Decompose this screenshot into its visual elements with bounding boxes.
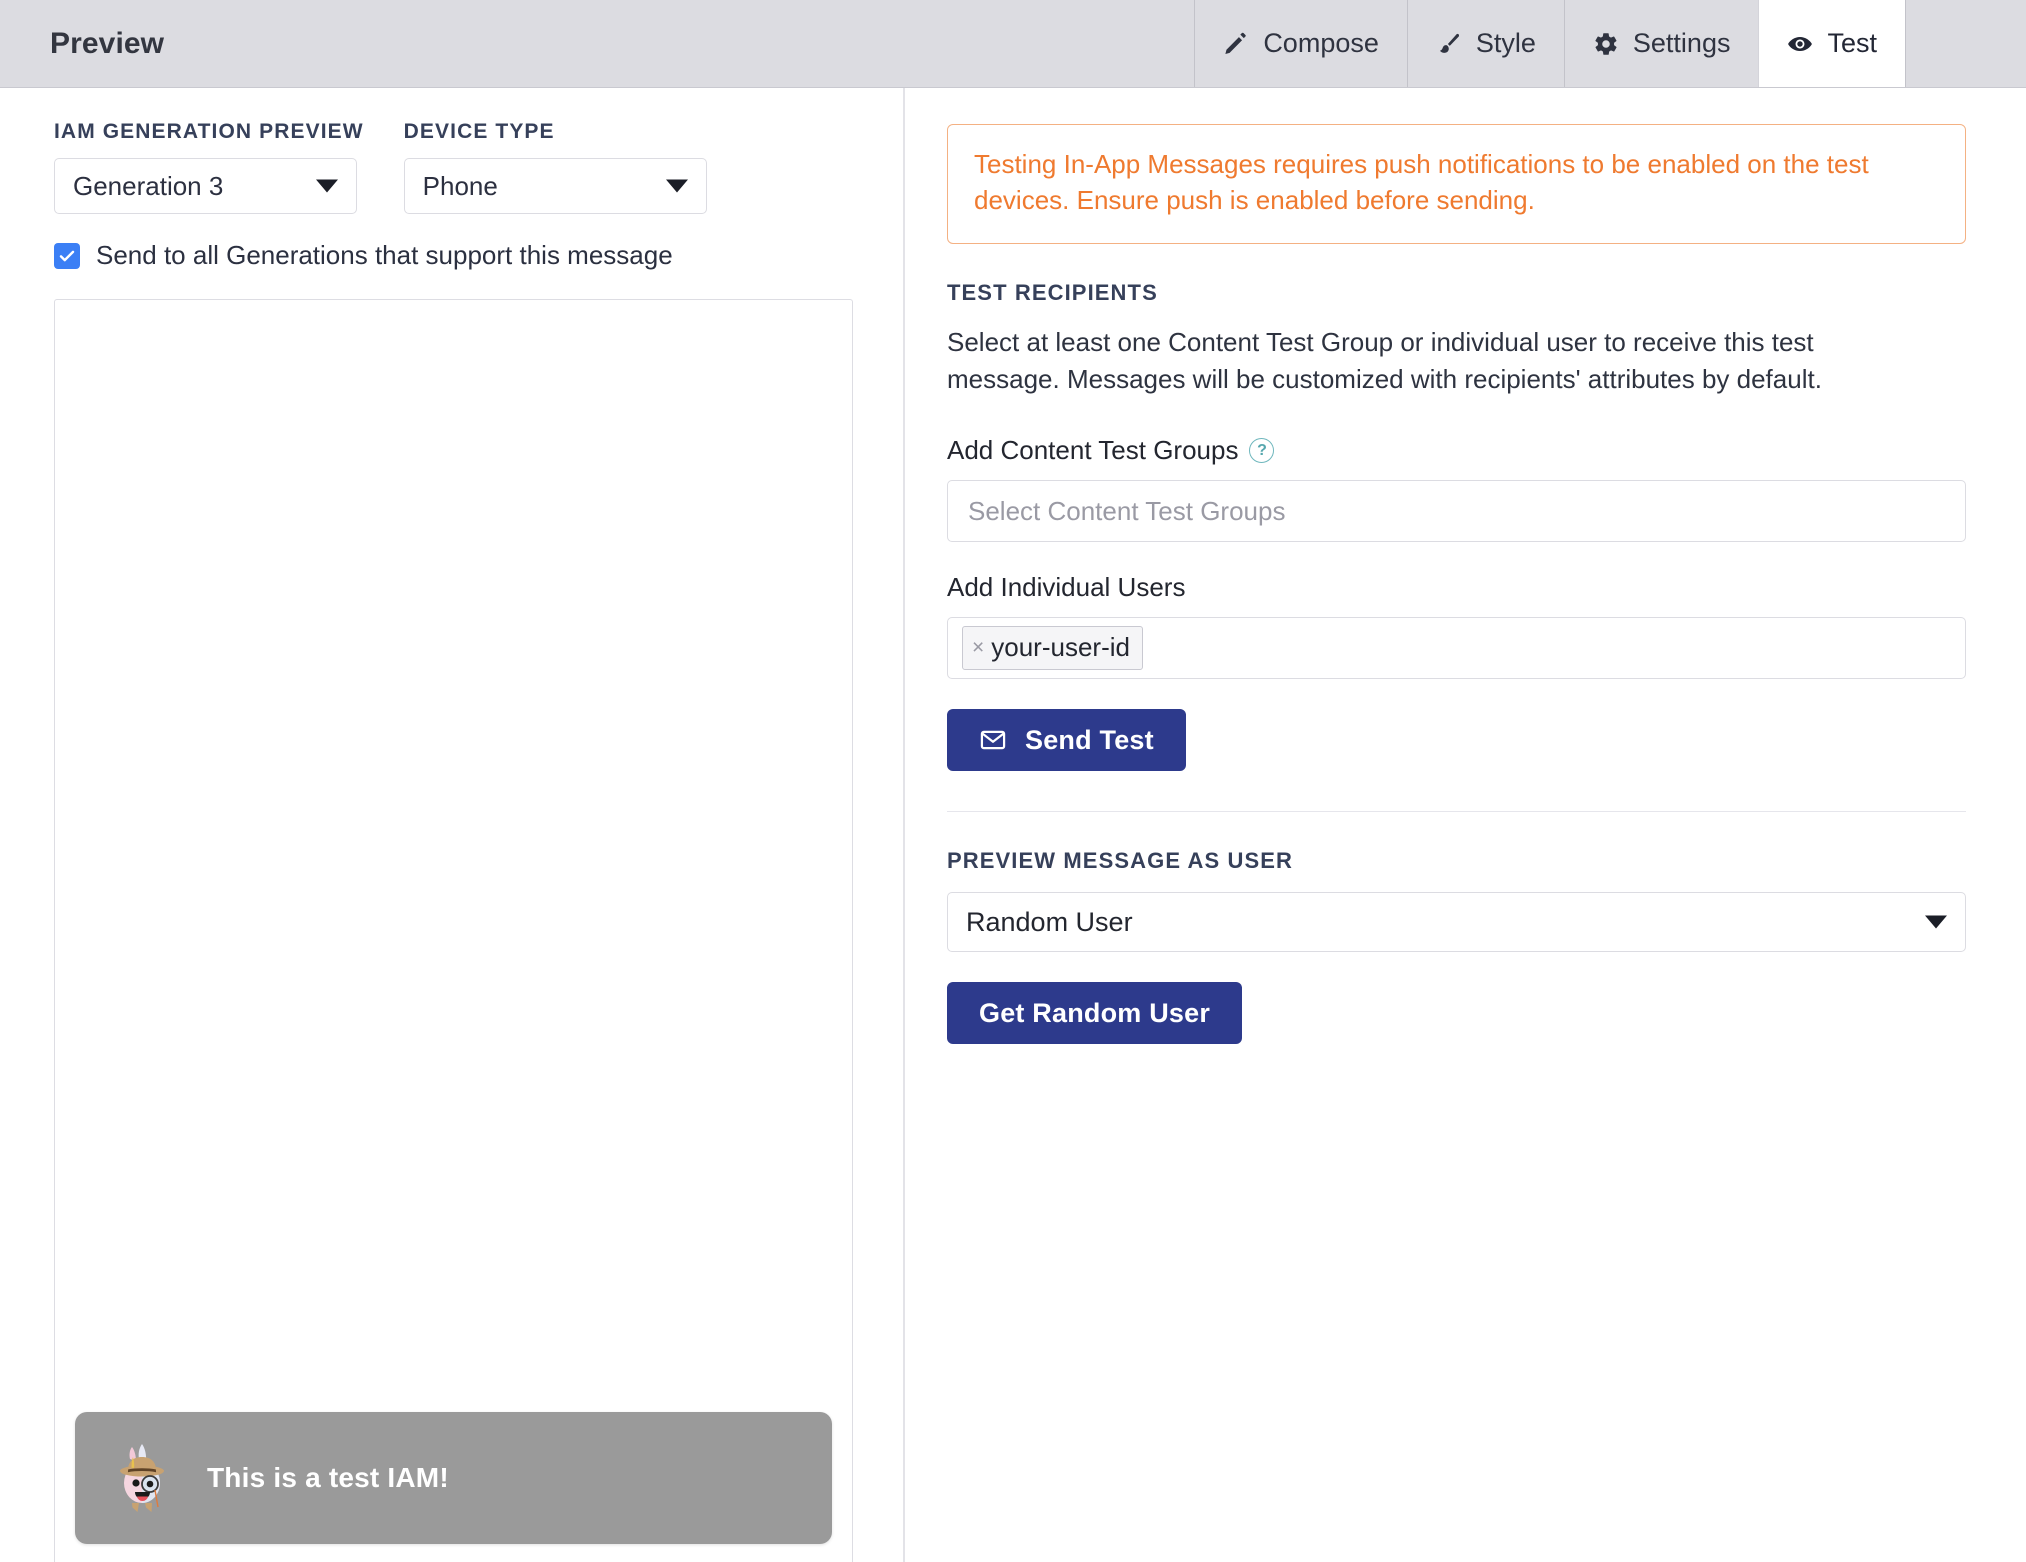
body-split: IAM GENERATION PREVIEW Generation 3 DEVI… bbox=[0, 88, 2026, 1562]
generation-control: IAM GENERATION PREVIEW Generation 3 bbox=[54, 120, 364, 214]
tab-compose[interactable]: Compose bbox=[1194, 0, 1407, 87]
get-random-user-button[interactable]: Get Random User bbox=[947, 982, 1242, 1044]
tab-settings[interactable]: Settings bbox=[1564, 0, 1759, 87]
content-test-groups-field: Add Content Test Groups ? Select Content… bbox=[947, 435, 1966, 542]
send-all-generations-checkbox[interactable] bbox=[54, 243, 80, 269]
chevron-down-icon bbox=[1925, 916, 1947, 929]
preview-panel: IAM GENERATION PREVIEW Generation 3 DEVI… bbox=[0, 88, 905, 1562]
preview-as-user-select[interactable]: Random User bbox=[947, 892, 1966, 952]
preview-controls: IAM GENERATION PREVIEW Generation 3 DEVI… bbox=[0, 88, 903, 214]
preview-as-user-section: PREVIEW MESSAGE AS USER Random User Get … bbox=[905, 812, 2026, 1044]
pencil-icon bbox=[1223, 31, 1249, 57]
iam-message-text: This is a test IAM! bbox=[207, 1462, 449, 1494]
content-test-groups-label: Add Content Test Groups ? bbox=[947, 435, 1966, 466]
user-token[interactable]: × your-user-id bbox=[962, 626, 1143, 670]
send-all-generations-label: Send to all Generations that support thi… bbox=[96, 240, 673, 271]
individual-users-field: Add Individual Users × your-user-id bbox=[947, 572, 1966, 679]
question-mark-icon[interactable]: ? bbox=[1249, 438, 1274, 463]
test-recipients-description: Select at least one Content Test Group o… bbox=[947, 324, 1907, 399]
preview-as-user-heading: PREVIEW MESSAGE AS USER bbox=[947, 848, 1966, 874]
tab-compose-label: Compose bbox=[1263, 28, 1379, 59]
chevron-down-icon bbox=[316, 180, 338, 193]
send-all-generations-row: Send to all Generations that support thi… bbox=[0, 214, 903, 271]
preview-as-user-value: Random User bbox=[966, 907, 1133, 938]
individual-users-input[interactable]: × your-user-id bbox=[947, 617, 1966, 679]
page-title: Preview bbox=[0, 0, 164, 87]
tab-style-label: Style bbox=[1476, 28, 1536, 59]
device-type-control: DEVICE TYPE Phone bbox=[404, 120, 707, 214]
tab-test[interactable]: Test bbox=[1758, 0, 1906, 87]
individual-users-label-text: Add Individual Users bbox=[947, 572, 1185, 603]
content-test-groups-label-text: Add Content Test Groups bbox=[947, 435, 1238, 466]
braze-mascot-avatar-icon bbox=[111, 1439, 173, 1517]
generation-select[interactable]: Generation 3 bbox=[54, 158, 357, 214]
generation-select-value: Generation 3 bbox=[73, 171, 223, 202]
user-token-label: your-user-id bbox=[991, 632, 1130, 663]
chevron-down-icon bbox=[666, 180, 688, 193]
top-bar: Preview Compose Style bbox=[0, 0, 2026, 88]
iam-preview-frame: This is a test IAM! bbox=[54, 299, 853, 1562]
remove-token-icon[interactable]: × bbox=[972, 637, 984, 658]
get-random-user-button-label: Get Random User bbox=[979, 998, 1210, 1029]
device-type-select-value: Phone bbox=[423, 171, 498, 202]
send-test-button[interactable]: Send Test bbox=[947, 709, 1186, 771]
gear-icon bbox=[1593, 31, 1619, 57]
device-type-select[interactable]: Phone bbox=[404, 158, 707, 214]
content-test-groups-placeholder: Select Content Test Groups bbox=[968, 496, 1285, 527]
test-recipients-section: Testing In-App Messages requires push no… bbox=[905, 88, 2026, 812]
test-panel: Testing In-App Messages requires push no… bbox=[905, 88, 2026, 1562]
in-app-message-editor: Preview Compose Style bbox=[0, 0, 2026, 1562]
device-type-label: DEVICE TYPE bbox=[404, 120, 707, 144]
eye-icon bbox=[1787, 31, 1813, 57]
tab-style[interactable]: Style bbox=[1407, 0, 1564, 87]
paintbrush-icon bbox=[1436, 31, 1462, 57]
envelope-icon bbox=[979, 726, 1007, 754]
tab-settings-label: Settings bbox=[1633, 28, 1731, 59]
send-test-button-label: Send Test bbox=[1025, 725, 1154, 756]
tab-test-label: Test bbox=[1827, 28, 1877, 59]
topbar-spacer bbox=[164, 0, 1194, 87]
test-recipients-heading: TEST RECIPIENTS bbox=[947, 280, 1966, 306]
iam-message-card[interactable]: This is a test IAM! bbox=[75, 1412, 832, 1544]
content-test-groups-input[interactable]: Select Content Test Groups bbox=[947, 480, 1966, 542]
push-required-alert: Testing In-App Messages requires push no… bbox=[947, 124, 1966, 244]
generation-label: IAM GENERATION PREVIEW bbox=[54, 120, 364, 144]
individual-users-label: Add Individual Users bbox=[947, 572, 1966, 603]
editor-tabs: Compose Style Settings bbox=[1194, 0, 1906, 87]
